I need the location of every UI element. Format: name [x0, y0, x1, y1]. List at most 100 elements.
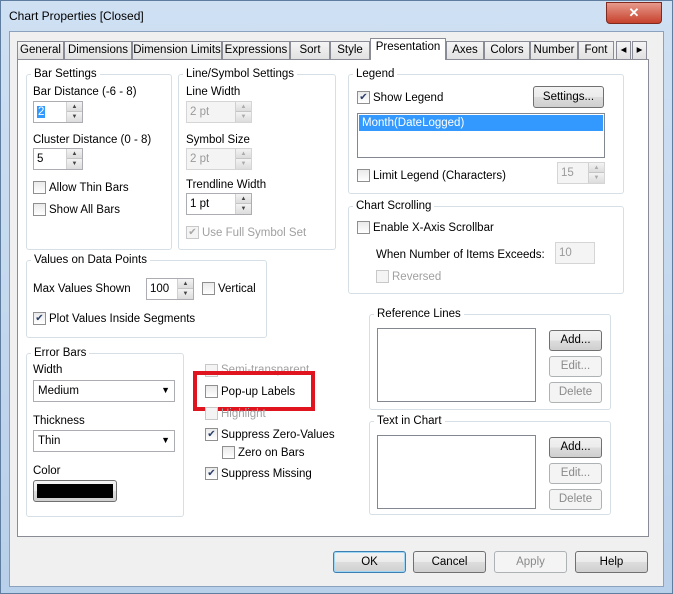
tab-presentation[interactable]: Presentation: [370, 38, 446, 60]
use-full-symbol-set-label: Use Full Symbol Set: [202, 227, 307, 239]
spin-down-icon[interactable]: ▼: [236, 159, 251, 169]
vertical-label: Vertical: [218, 283, 256, 295]
reference-lines-add-button[interactable]: Add...: [549, 330, 602, 351]
spin-down-icon[interactable]: ▼: [178, 289, 193, 299]
when-exceeds-field[interactable]: 10: [555, 242, 595, 264]
plot-inside-segments-checkbox[interactable]: [33, 312, 46, 325]
text-in-chart-list[interactable]: [377, 435, 536, 509]
values-on-data-points-title: Values on Data Points: [31, 254, 150, 267]
tab-dimension-limits[interactable]: Dimension Limits: [132, 41, 222, 59]
zero-on-bars-label: Zero on Bars: [238, 447, 305, 459]
error-bar-thickness-select[interactable]: Thin ▼: [33, 430, 175, 452]
error-bar-thickness-value: Thin: [38, 435, 61, 447]
when-exceeds-label: When Number of Items Exceeds:: [376, 249, 545, 261]
tab-dimensions[interactable]: Dimensions: [64, 41, 132, 59]
error-bar-thickness-label: Thickness: [33, 415, 85, 427]
cluster-distance-value[interactable]: 5: [37, 153, 43, 165]
text-in-chart-delete-button[interactable]: Delete: [549, 489, 602, 510]
show-all-bars-label: Show All Bars: [49, 204, 120, 216]
show-legend-checkbox[interactable]: [357, 91, 370, 104]
spin-up-icon[interactable]: ▲: [236, 149, 251, 159]
spin-down-icon[interactable]: ▼: [236, 112, 251, 122]
reference-lines-edit-button[interactable]: Edit...: [549, 356, 602, 377]
bar-distance-value[interactable]: 2: [37, 106, 46, 118]
cluster-distance-stepper[interactable]: 5 ▲ ▼: [33, 148, 83, 170]
highlight-checkbox[interactable]: [205, 407, 218, 420]
limit-legend-value[interactable]: 15: [561, 167, 574, 179]
ok-button[interactable]: OK: [333, 551, 406, 573]
chevron-down-icon[interactable]: ▼: [161, 435, 170, 445]
spin-up-icon[interactable]: ▲: [67, 149, 82, 159]
close-button[interactable]: ✕: [606, 2, 662, 24]
allow-thin-bars-checkbox[interactable]: [33, 181, 46, 194]
text-in-chart-add-button[interactable]: Add...: [549, 437, 602, 458]
chart-scrolling-title: Chart Scrolling: [353, 200, 435, 213]
plot-inside-segments-label: Plot Values Inside Segments: [49, 313, 196, 325]
text-in-chart-edit-button[interactable]: Edit...: [549, 463, 602, 484]
vertical-checkbox[interactable]: [202, 282, 215, 295]
zero-on-bars-checkbox[interactable]: [222, 446, 235, 459]
apply-button[interactable]: Apply: [494, 551, 567, 573]
spin-up-icon[interactable]: ▲: [236, 194, 251, 204]
spin-up-icon[interactable]: ▲: [178, 279, 193, 289]
spin-down-icon[interactable]: ▼: [236, 204, 251, 214]
legend-list[interactable]: Month(DateLogged): [357, 113, 605, 158]
use-full-symbol-set-checkbox[interactable]: [186, 226, 199, 239]
max-values-value[interactable]: 100: [150, 283, 169, 295]
error-bar-width-value: Medium: [38, 385, 79, 397]
color-swatch: [37, 484, 113, 498]
spin-up-icon[interactable]: ▲: [236, 102, 251, 112]
when-exceeds-value[interactable]: 10: [559, 247, 572, 259]
bar-distance-stepper[interactable]: 2 ▲ ▼: [33, 101, 83, 123]
reversed-label: Reversed: [392, 271, 442, 283]
tab-style[interactable]: Style: [330, 41, 370, 59]
limit-legend-stepper[interactable]: 15 ▲ ▼: [557, 162, 605, 184]
tab-scroll-right-icon[interactable]: ▸: [632, 41, 647, 59]
suppress-missing-checkbox[interactable]: [205, 467, 218, 480]
cancel-button[interactable]: Cancel: [413, 551, 486, 573]
legend-title: Legend: [353, 68, 398, 81]
help-button[interactable]: Help: [575, 551, 648, 573]
tab-sort[interactable]: Sort: [290, 41, 330, 59]
show-all-bars-checkbox[interactable]: [33, 203, 46, 216]
spin-down-icon[interactable]: ▼: [589, 173, 604, 183]
line-symbol-title: Line/Symbol Settings: [183, 68, 298, 81]
chevron-down-icon[interactable]: ▼: [161, 385, 170, 395]
reference-lines-title: Reference Lines: [374, 308, 464, 321]
suppress-zero-values-checkbox[interactable]: [205, 428, 218, 441]
line-width-label: Line Width: [186, 86, 241, 98]
legend-list-item[interactable]: Month(DateLogged): [359, 115, 603, 131]
limit-legend-checkbox[interactable]: [357, 169, 370, 182]
symbol-size-stepper[interactable]: 2 pt ▲ ▼: [186, 148, 252, 170]
show-legend-label: Show Legend: [373, 92, 444, 104]
trendline-width-stepper[interactable]: 1 pt ▲ ▼: [186, 193, 252, 215]
popup-labels-checkbox[interactable]: [205, 385, 218, 398]
tab-expressions[interactable]: Expressions: [222, 41, 290, 59]
spin-up-icon[interactable]: ▲: [589, 163, 604, 173]
trendline-width-value[interactable]: 1 pt: [190, 198, 209, 210]
tab-number[interactable]: Number: [530, 41, 578, 59]
symbol-size-label: Symbol Size: [186, 134, 250, 146]
suppress-zero-values-label: Suppress Zero-Values: [221, 429, 335, 441]
spin-up-icon[interactable]: ▲: [67, 102, 82, 112]
reference-lines-delete-button[interactable]: Delete: [549, 382, 602, 403]
tab-axes[interactable]: Axes: [446, 41, 484, 59]
line-width-value[interactable]: 2 pt: [190, 106, 209, 118]
error-bar-color-button[interactable]: [33, 480, 117, 502]
max-values-stepper[interactable]: 100 ▲ ▼: [146, 278, 194, 300]
tab-font[interactable]: Font: [578, 41, 614, 59]
reversed-checkbox[interactable]: [376, 270, 389, 283]
tab-scroll-left-icon[interactable]: ◂: [616, 41, 631, 59]
tab-colors[interactable]: Colors: [484, 41, 530, 59]
symbol-size-value[interactable]: 2 pt: [190, 153, 209, 165]
spin-down-icon[interactable]: ▼: [67, 112, 82, 122]
enable-scrollbar-checkbox[interactable]: [357, 221, 370, 234]
tab-general[interactable]: General: [17, 41, 64, 59]
bar-settings-title: Bar Settings: [31, 68, 100, 81]
error-bar-width-select[interactable]: Medium ▼: [33, 380, 175, 402]
reference-lines-list[interactable]: [377, 328, 536, 402]
spin-down-icon[interactable]: ▼: [67, 159, 82, 169]
line-width-stepper[interactable]: 2 pt ▲ ▼: [186, 101, 252, 123]
legend-settings-button[interactable]: Settings...: [533, 86, 604, 108]
cluster-distance-label: Cluster Distance (0 - 8): [33, 134, 152, 146]
